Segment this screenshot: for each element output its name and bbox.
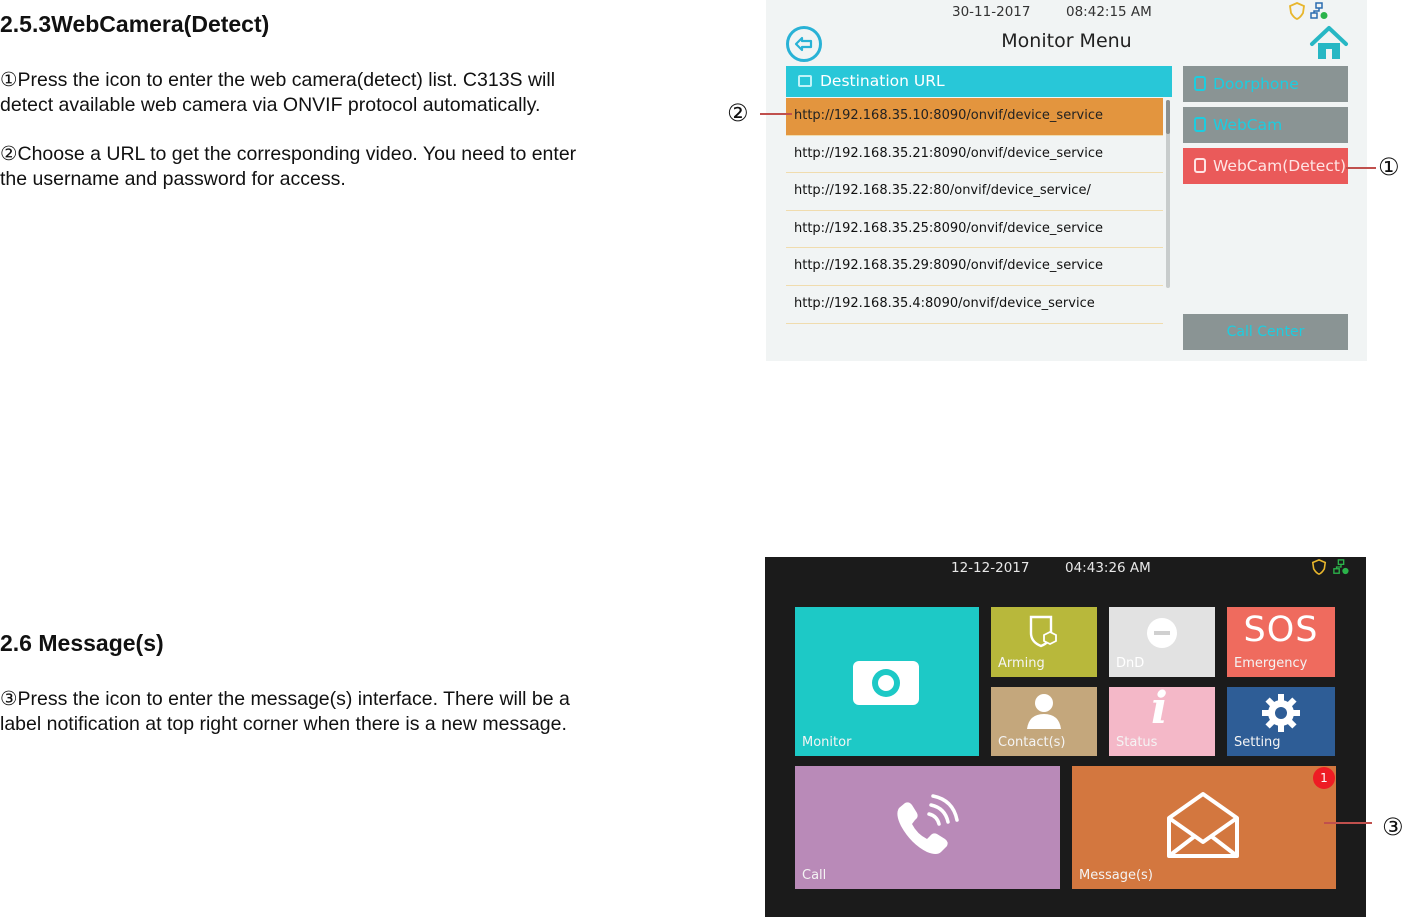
info-icon: i [1151,683,1168,734]
shield-icon [1029,615,1057,648]
status-tile[interactable]: i Status [1109,683,1215,756]
sos-text: SOS [1243,610,1319,650]
home-icon [1310,26,1348,59]
url-item[interactable]: http://192.168.35.21:8090/onvif/device_s… [786,136,1163,174]
monitor-menu-screenshot: 30-11-2017 08:42:15 AM Monitor Menu Dest… [766,0,1367,361]
shield-icon [1311,559,1327,575]
url-list: http://192.168.35.10:8090/onvif/device_s… [786,98,1163,324]
setting-tile[interactable]: Setting [1227,687,1335,756]
url-item[interactable]: http://192.168.35.29:8090/onvif/device_s… [786,248,1163,286]
home-button[interactable] [1309,24,1349,62]
doorphone-button[interactable]: Doorphone [1183,66,1348,102]
scrollbar-thumb[interactable] [1166,100,1170,134]
shield-icon [1289,2,1305,20]
network-icon [1310,2,1328,19]
webcam-button[interactable]: WebCam [1183,107,1348,143]
new-message-badge: 1 [1313,767,1335,789]
tile-label: DnD [1116,656,1145,671]
paragraph: ③Press the icon to enter the message(s) … [0,688,570,735]
callout-line [1346,167,1376,169]
camera-icon [853,661,919,705]
callout-line [1324,822,1372,824]
contacts-tile[interactable]: Contact(s) [991,687,1097,756]
callout-3: ③ [1382,813,1404,841]
webcam-icon [1194,158,1206,173]
destination-url-header: Destination URL [786,66,1172,97]
dnd-tile[interactable]: DnD [1109,607,1215,677]
url-item[interactable]: http://192.168.35.4:8090/onvif/device_se… [786,286,1163,324]
page-title: Monitor Menu [1001,30,1132,52]
doorphone-icon [1194,76,1206,91]
envelope-icon [1167,792,1239,858]
tile-label: Status [1116,735,1158,750]
tile-label: Contact(s) [998,735,1066,750]
webcam-icon [1194,117,1206,132]
callout-line [760,113,792,115]
section-heading: 2.6 Message(s) [0,630,164,656]
section-heading: 2.5.3WebCamera(Detect) [0,11,270,37]
list-scrollbar[interactable] [1166,100,1170,288]
tile-label: Arming [998,656,1045,671]
url-item[interactable]: http://192.168.35.25:8090/onvif/device_s… [786,211,1163,249]
tile-label: Call [802,868,827,883]
camera-icon [798,75,812,87]
home-screen-screenshot: 12-12-2017 04:43:26 AM Monitor Arming Dn… [765,557,1366,917]
call-center-button[interactable]: Call Center [1183,314,1348,350]
date-text: 30-11-2017 [952,4,1031,20]
tile-label: Emergency [1234,656,1308,671]
button-label: Doorphone [1213,75,1299,93]
gear-icon [1262,694,1300,732]
list-header-label: Destination URL [820,72,945,90]
tile-label: Setting [1234,735,1281,750]
tile-label: Monitor [802,735,852,750]
tile-label: Message(s) [1079,868,1153,883]
section-messages: 2.6 Message(s) ③Press the icon to enter … [0,629,590,737]
button-label: WebCam [1213,116,1283,134]
arming-tile[interactable]: Arming [991,607,1097,677]
url-item-selected[interactable]: http://192.168.35.10:8090/onvif/device_s… [786,98,1163,136]
paragraph: ②Choose a URL to get the corresponding v… [0,143,577,190]
messages-tile[interactable]: 1 Message(s) [1072,766,1336,889]
time-text: 04:43:26 AM [1065,560,1151,576]
date-text: 12-12-2017 [951,560,1030,576]
callout-1: ① [1378,153,1400,181]
url-item[interactable]: http://192.168.35.22:80/onvif/device_ser… [786,173,1163,211]
callout-2: ② [727,99,749,127]
monitor-tile[interactable]: Monitor [795,607,979,756]
phone-icon [897,794,959,854]
paragraph: ①Press the icon to enter the web camera(… [0,69,556,116]
button-label: WebCam(Detect) [1213,157,1346,175]
network-icon [1333,559,1349,575]
sos-emergency-tile[interactable]: SOS Emergency [1227,607,1335,677]
section-webcamera-detect: 2.5.3WebCamera(Detect) ①Press the icon t… [0,10,590,192]
do-not-disturb-icon [1147,618,1177,648]
person-icon [1027,694,1061,729]
call-tile[interactable]: Call [795,766,1060,889]
time-text: 08:42:15 AM [1066,4,1152,20]
webcam-detect-button[interactable]: WebCam(Detect) [1183,148,1348,184]
